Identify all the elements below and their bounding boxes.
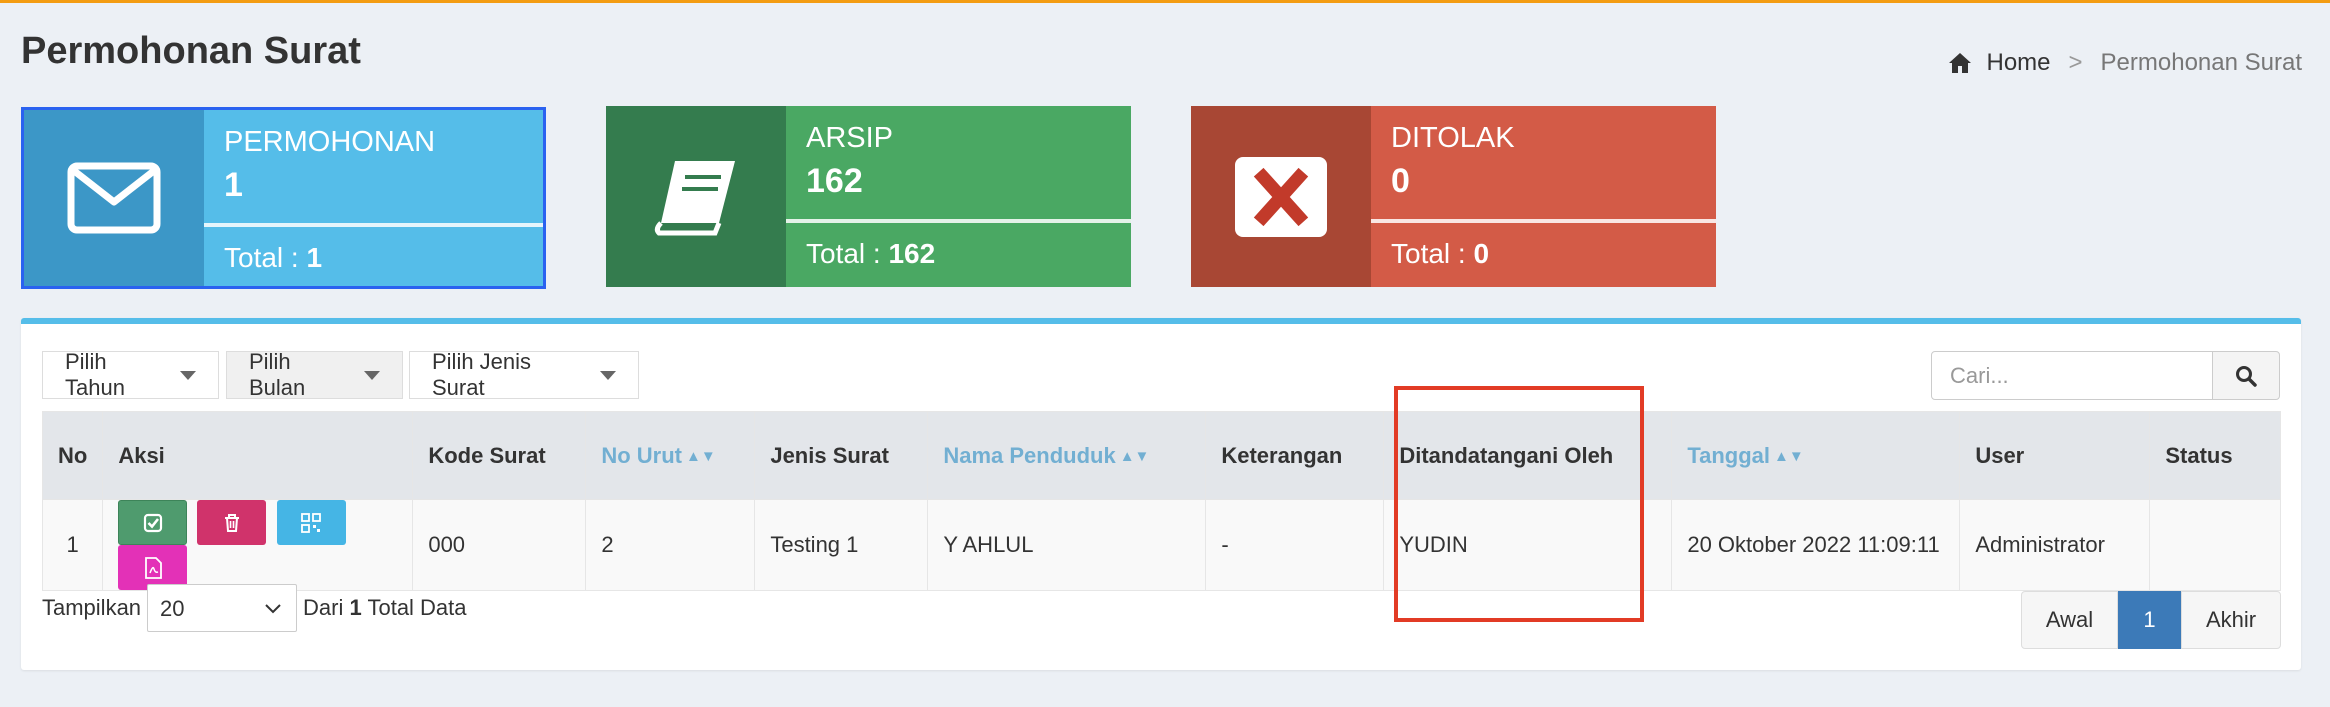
- trash-icon: [224, 513, 239, 532]
- pagination: Awal 1 Akhir: [2021, 591, 2281, 649]
- filter-month-dropdown[interactable]: Pilih Bulan: [226, 349, 403, 400]
- file-pdf-icon: [144, 556, 162, 579]
- cell-ditandatangani: YUDIN: [1383, 499, 1673, 591]
- close-icon: [1191, 106, 1371, 287]
- cell-actions: [102, 499, 414, 591]
- infobox-label: ARSIP: [806, 122, 894, 154]
- col-header-ditandatangani: Ditandatangani Oleh: [1383, 411, 1673, 500]
- infobox-progress: [204, 223, 543, 227]
- infobox-total: Total : 1: [224, 242, 323, 273]
- cell-keterangan: -: [1205, 499, 1385, 591]
- sort-icon: ▲▼: [1774, 447, 1804, 465]
- sort-icon: ▲▼: [685, 447, 716, 465]
- page-title: Permohonan Surat: [21, 30, 361, 72]
- filter-letter-type-dropdown[interactable]: Pilih Jenis Surat: [409, 349, 639, 400]
- breadcrumb-home-link[interactable]: Home: [1986, 49, 2050, 77]
- home-icon: [1949, 53, 1972, 73]
- pagination-page-1[interactable]: 1: [2118, 591, 2181, 649]
- col-header-user: User: [1959, 411, 2151, 500]
- cell-kode: 000: [412, 499, 587, 591]
- letters-table: No Aksi Kode Surat No Urut ▲▼ Jenis Surat…: [41, 411, 2281, 591]
- show-label: Tampilkan: [42, 595, 142, 620]
- infobox-progress: [786, 219, 1131, 223]
- caret-down-icon: [180, 370, 196, 380]
- total-data-text: Dari 1 Total Data: [303, 595, 467, 620]
- check-square-icon: [143, 513, 162, 532]
- filter-year-dropdown[interactable]: Pilih Tahun: [42, 349, 219, 400]
- infobox-total: Total : 0: [1391, 238, 1490, 269]
- table-row: 1 000 2 Testing 1 Y AHLUL - YUDIN 20 Okt…: [41, 499, 2281, 591]
- pagination-last-button[interactable]: Akhir: [2181, 591, 2281, 649]
- envelope-icon: [24, 110, 204, 286]
- col-header-nama[interactable]: Nama Penduduk ▲▼: [927, 411, 1207, 500]
- cell-no-urut: 2: [585, 499, 756, 591]
- cell-no: 1: [41, 499, 104, 591]
- cell-status: [2149, 499, 2281, 591]
- cell-nama: Y AHLUL: [927, 499, 1207, 591]
- cell-jenis: Testing 1: [754, 499, 929, 591]
- search-input[interactable]: [1931, 351, 2213, 400]
- page-size-select[interactable]: 20: [147, 584, 298, 632]
- qrcode-button[interactable]: [276, 500, 346, 545]
- delete-button[interactable]: [197, 500, 267, 545]
- caret-down-icon: [600, 370, 616, 380]
- book-icon: [606, 106, 786, 287]
- infobox-permohonan[interactable]: PERMOHONAN 1 Total : 1: [21, 107, 546, 289]
- infobox-progress: [1371, 219, 1716, 223]
- cell-tanggal: 20 Oktober 2022 11:09:11: [1671, 499, 1961, 591]
- col-header-aksi: Aksi: [102, 411, 414, 500]
- infobox-label: PERMOHONAN: [224, 126, 436, 158]
- pagination-first-button[interactable]: Awal: [2021, 591, 2118, 649]
- infobox-ditolak[interactable]: DITOLAK 0 Total : 0: [1191, 106, 1716, 287]
- breadcrumb: Home > Permohonan Surat: [1948, 49, 2302, 77]
- approve-button[interactable]: [118, 500, 188, 545]
- sort-icon: ▲▼: [1119, 447, 1150, 465]
- infobox-number: 1: [224, 166, 243, 204]
- col-header-tanggal[interactable]: Tanggal ▲▼: [1671, 411, 1961, 500]
- search-button[interactable]: [2212, 351, 2280, 400]
- qrcode-icon: [301, 512, 321, 533]
- infobox-number: 162: [806, 162, 863, 200]
- table-header-row: No Aksi Kode Surat No Urut ▲▼ Jenis Surat…: [41, 411, 2281, 500]
- page-size-control: Tampilkan 20 Dari 1 Total Data: [42, 584, 467, 632]
- search-icon: [2236, 365, 2257, 387]
- col-header-status: Status: [2149, 411, 2281, 500]
- top-accent-line: [0, 0, 2330, 3]
- caret-down-icon: [364, 370, 380, 380]
- infobox-number: 0: [1391, 162, 1410, 200]
- breadcrumb-current: Permohonan Surat: [2100, 49, 2302, 76]
- col-header-jenis: Jenis Surat: [754, 411, 929, 500]
- col-header-keterangan: Keterangan: [1205, 411, 1385, 500]
- col-header-no-urut[interactable]: No Urut ▲▼: [585, 411, 756, 500]
- breadcrumb-separator: >: [2068, 49, 2083, 76]
- infobox-arsip[interactable]: ARSIP 162 Total : 162: [606, 106, 1131, 287]
- col-header-kode: Kode Surat: [412, 411, 587, 500]
- infobox-label: DITOLAK: [1391, 122, 1515, 154]
- infobox-total: Total : 162: [806, 238, 936, 269]
- letters-table-box: Pilih Tahun Pilih Bulan Pilih Jenis Sura…: [21, 318, 2301, 670]
- col-header-no: No: [41, 411, 104, 500]
- cell-user: Administrator: [1959, 499, 2151, 591]
